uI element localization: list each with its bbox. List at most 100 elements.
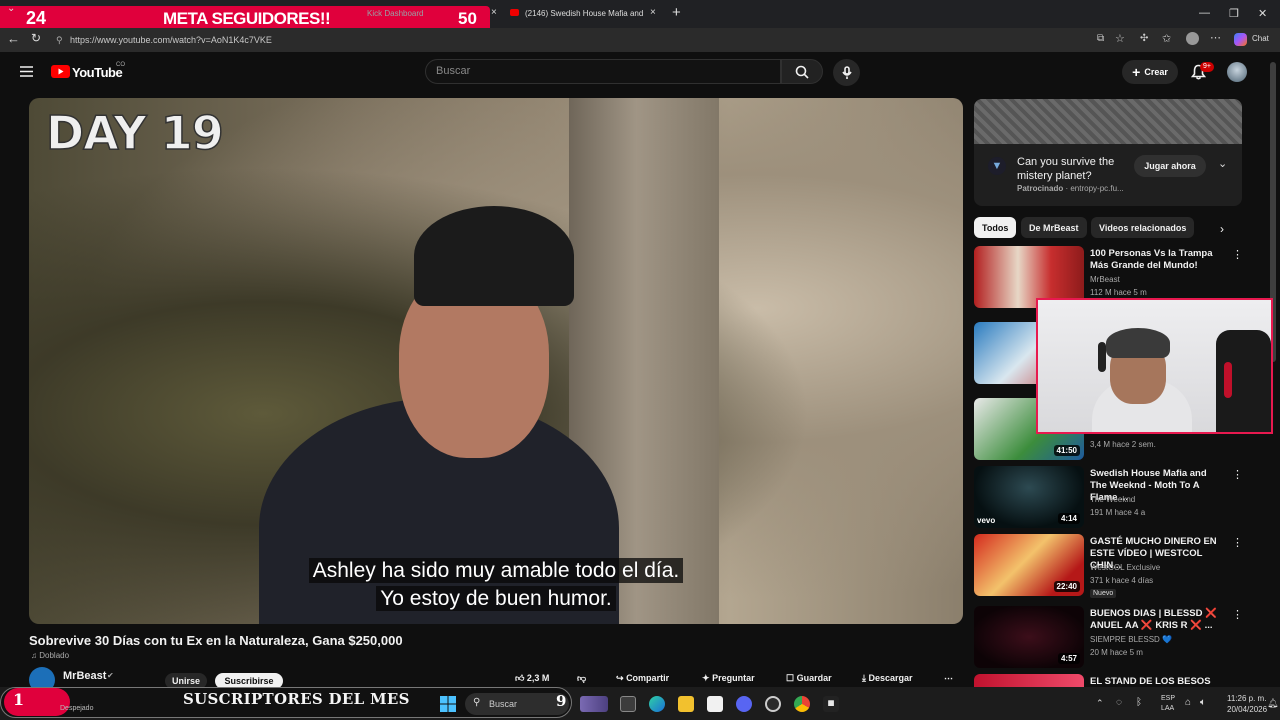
rec-channel[interactable]: SIEMPRE BLESSD 💙 xyxy=(1090,635,1172,644)
copilot-icon[interactable] xyxy=(1234,33,1247,46)
clock-time[interactable]: 11:26 p. m. xyxy=(1227,694,1266,703)
account-avatar[interactable] xyxy=(1227,62,1247,82)
copilot-label[interactable]: Chat xyxy=(1252,34,1269,43)
new-tab-icon[interactable]: + xyxy=(672,4,681,21)
favorites-icon[interactable]: ✩ xyxy=(1162,32,1171,45)
list-item[interactable]: 4:57 BUENOS DIAS | BLESSD ❌ ANUEL AA ❌ K… xyxy=(974,606,1254,672)
bookmark-icon: ☐ xyxy=(786,673,795,683)
share-icon: ↪ xyxy=(616,673,624,683)
chip-all[interactable]: Todos xyxy=(974,217,1017,238)
task-view-app-icon[interactable] xyxy=(580,696,608,712)
language-code[interactable]: ESP xyxy=(1161,695,1175,702)
search-icon xyxy=(795,65,809,79)
weather-label[interactable]: Despejado xyxy=(60,705,93,712)
advertiser-logo-icon: ▼ xyxy=(988,157,1006,175)
list-item[interactable]: 22:40 GASTÉ MUCHO DINERO EN ESTE VÍDEO |… xyxy=(974,534,1254,600)
store-icon[interactable] xyxy=(707,696,723,712)
bluetooth-icon[interactable]: ᛒ xyxy=(1136,697,1142,708)
file-explorer-icon[interactable] xyxy=(678,696,694,712)
create-button[interactable]: + Crear xyxy=(1122,60,1178,84)
minimize-icon[interactable]: — xyxy=(1199,7,1210,19)
tab-youtube[interactable]: (2146) Swedish House Mafia and xyxy=(525,9,643,18)
keyboard-layout[interactable]: LAA xyxy=(1161,705,1174,712)
more-vert-icon[interactable]: ⋮ xyxy=(1232,468,1243,481)
rec-stats: 191 M hace 4 a xyxy=(1090,508,1146,517)
followers-target: 50 xyxy=(458,9,477,28)
clock-date[interactable]: 20/04/2026 xyxy=(1227,705,1267,714)
back-icon[interactable]: ← xyxy=(7,31,20,46)
youtube-logo-icon[interactable] xyxy=(51,65,70,78)
thumbs-up-icon: 👍︎ xyxy=(515,673,525,683)
rec-channel[interactable]: The Weeknd xyxy=(1090,495,1135,504)
video-thumbnail[interactable]: 22:40 xyxy=(974,534,1084,596)
followers-current: 24 xyxy=(26,8,47,28)
video-thumbnail[interactable]: vevo 4:14 xyxy=(974,466,1084,528)
webcam-headset xyxy=(1098,342,1106,372)
windows-start-icon[interactable] xyxy=(440,696,456,712)
subs-target: 9 xyxy=(556,692,567,710)
rec-title[interactable]: EL STAND DE LOS BESOS 💋 xyxy=(1090,676,1220,687)
maximize-icon[interactable]: ❐ xyxy=(1229,7,1239,20)
volume-icon[interactable]: 🔈︎ xyxy=(1200,697,1206,708)
youtube-region: CO xyxy=(116,62,125,68)
video-thumbnail[interactable]: 4:57 xyxy=(974,606,1084,668)
vevo-logo: vevo xyxy=(977,516,996,525)
tab-list-chevron-icon[interactable]: ⌄ xyxy=(7,3,15,14)
duration-badge: 4:57 xyxy=(1057,653,1080,664)
obs-icon[interactable] xyxy=(765,696,781,712)
close-tab-icon[interactable]: × xyxy=(491,7,497,18)
search-input[interactable]: Buscar xyxy=(425,59,781,84)
video-thumbnail[interactable] xyxy=(974,674,1084,687)
extensions-icon[interactable]: ✣ xyxy=(1140,33,1148,44)
app-available-icon[interactable]: ⧉ xyxy=(1097,33,1104,44)
ad-title[interactable]: Can you survive the mistery planet? xyxy=(1017,155,1127,183)
notifications-bell-icon[interactable]: 🔔︎ xyxy=(1267,698,1278,709)
more-vert-icon[interactable]: ⋮ xyxy=(1232,248,1243,261)
discord-icon[interactable] xyxy=(736,696,752,712)
rec-title[interactable]: BUENOS DIAS | BLESSD ❌ ANUEL AA ❌ KRIS R… xyxy=(1090,608,1220,632)
chevron-right-icon[interactable]: › xyxy=(1220,222,1224,236)
rec-channel[interactable]: WestCOL Exclusive xyxy=(1090,563,1160,572)
reload-icon[interactable]: ↻ xyxy=(31,31,41,45)
channel-name[interactable]: MrBeast xyxy=(63,670,106,682)
video-title: Sobrevive 30 Días con tu Ex en la Natura… xyxy=(29,633,403,648)
tray-app-icon[interactable]: ◌ xyxy=(1116,697,1122,708)
taskbar-search-input[interactable]: ⚲ Buscar xyxy=(465,693,569,715)
sponsored-ad-card[interactable]: ▼ Can you survive the mistery planet? Pa… xyxy=(974,99,1242,206)
youtube-logo-text[interactable]: YouTube xyxy=(72,65,123,80)
chevron-down-icon[interactable]: ⌄ xyxy=(1218,157,1227,170)
favorite-star-icon[interactable]: ☆ xyxy=(1115,32,1125,45)
chrome-icon[interactable] xyxy=(794,696,810,712)
tab-kick-dashboard[interactable]: Kick Dashboard xyxy=(367,9,423,18)
close-window-icon[interactable]: ✕ xyxy=(1258,7,1267,20)
chip-related[interactable]: Videos relacionados xyxy=(1091,217,1195,238)
tray-chevron-up-icon[interactable]: ⌃ xyxy=(1096,698,1104,709)
list-item[interactable]: EL STAND DE LOS BESOS 💋 xyxy=(974,674,1254,687)
rec-stats: 3,4 M hace 2 sem. xyxy=(1090,440,1156,449)
video-player[interactable]: DAY 19 Ashley ha sido muy amable todo el… xyxy=(29,98,963,624)
edge-browser-icon[interactable] xyxy=(649,696,665,712)
menu-icon[interactable] xyxy=(20,64,33,82)
subs-count: 1 xyxy=(13,690,25,709)
chip-from-mrbeast[interactable]: De MrBeast xyxy=(1021,217,1087,238)
new-badge: Nuevo xyxy=(1090,589,1117,598)
list-item[interactable]: vevo 4:14 Swedish House Mafia and The We… xyxy=(974,466,1254,532)
more-vert-icon[interactable]: ⋮ xyxy=(1232,536,1243,549)
search-button[interactable] xyxy=(781,59,823,84)
virtual-desktop-icon[interactable] xyxy=(620,696,636,712)
profile-avatar[interactable] xyxy=(1186,32,1199,45)
more-vert-icon[interactable]: ⋮ xyxy=(1232,608,1243,621)
rec-title[interactable]: 100 Personas Vs la Trampa Más Grande del… xyxy=(1090,248,1220,272)
ad-banner-image xyxy=(974,99,1242,144)
plus-icon: + xyxy=(1132,64,1141,80)
network-icon[interactable]: ⌂ xyxy=(1185,697,1191,708)
rec-channel[interactable]: MrBeast xyxy=(1090,275,1120,284)
url-field[interactable]: ⚲ https://www.youtube.com/watch?v=AoN1K4… xyxy=(50,32,530,48)
site-info-icon[interactable]: ⚲ xyxy=(56,32,63,48)
app-icon[interactable]: ▦ xyxy=(823,696,839,712)
ad-cta-button[interactable]: Jugar ahora xyxy=(1134,155,1206,177)
close-tab-icon[interactable]: × xyxy=(650,7,656,18)
more-options-icon[interactable]: ⋯ xyxy=(1210,31,1221,44)
voice-search-button[interactable] xyxy=(833,59,860,86)
taskbar-search-placeholder: Buscar xyxy=(489,699,518,709)
